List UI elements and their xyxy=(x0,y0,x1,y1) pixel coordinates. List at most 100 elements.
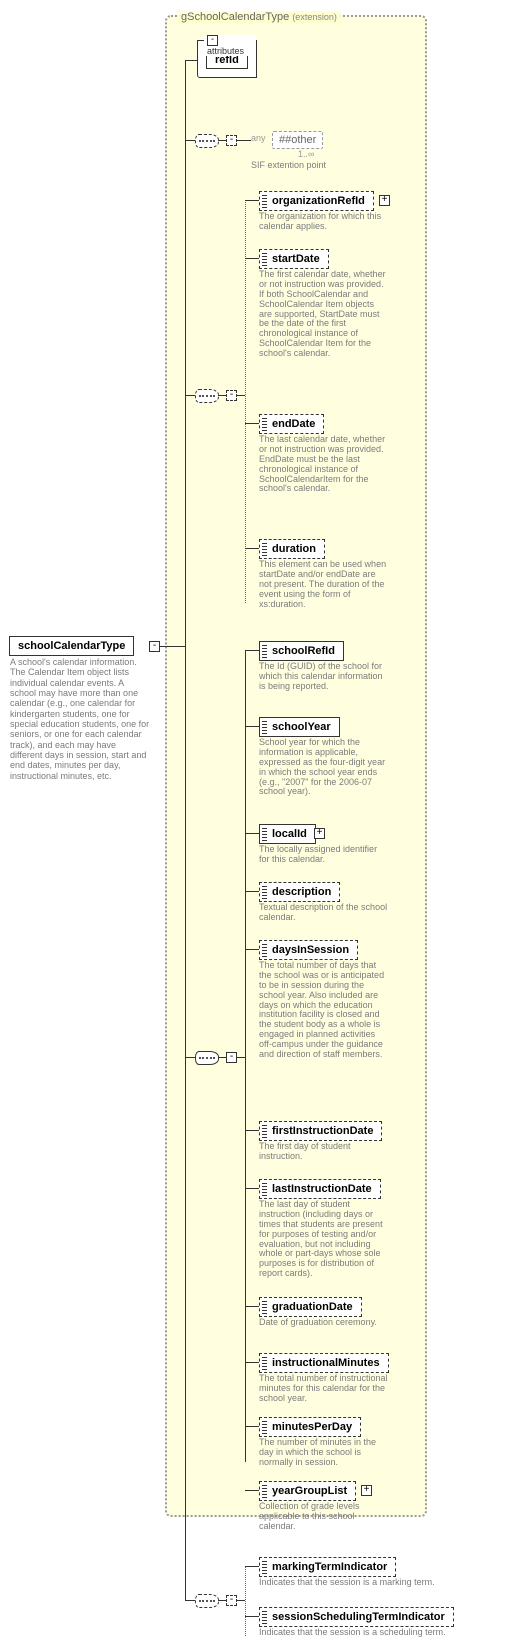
schema-diagram: schoolCalendarType A school's calendar i… xyxy=(0,0,523,1651)
elem-desc: Date of graduation ceremony. xyxy=(259,1318,389,1328)
elem-startDate[interactable]: startDate xyxy=(259,249,329,269)
elem-graduationDate[interactable]: graduationDate xyxy=(259,1297,362,1317)
elem-label: instructionalMinutes xyxy=(272,1357,380,1369)
stripes-icon xyxy=(262,1420,267,1434)
connector xyxy=(218,395,226,396)
connector xyxy=(185,1600,195,1601)
elem-daysInSession[interactable]: daysInSession xyxy=(259,940,358,960)
elem-instructionalMinutes[interactable]: instructionalMinutes xyxy=(259,1353,389,1373)
elem-label: daysInSession xyxy=(272,944,349,956)
connector xyxy=(245,650,259,651)
elem-desc: This element can be used when startDate … xyxy=(259,560,389,609)
sequence-compositor-icon xyxy=(195,389,219,403)
connector xyxy=(245,1616,259,1617)
connector xyxy=(185,60,197,61)
elem-markingTermIndicator[interactable]: markingTermIndicator xyxy=(259,1557,396,1577)
connector xyxy=(185,395,195,396)
connector xyxy=(245,1130,259,1131)
expand-icon[interactable] xyxy=(361,1485,372,1496)
expand-icon[interactable] xyxy=(314,828,325,839)
elem-localId[interactable]: localId xyxy=(259,824,316,844)
connector xyxy=(237,140,251,141)
connector xyxy=(245,1426,259,1427)
connector xyxy=(245,833,259,834)
stripes-icon xyxy=(262,644,267,658)
connector xyxy=(245,200,259,201)
elem-label: startDate xyxy=(272,253,320,265)
elem-desc: Textual description of the school calend… xyxy=(259,903,389,923)
elem-label: graduationDate xyxy=(272,1301,353,1313)
connector xyxy=(245,200,246,603)
elem-desc: Collection of grade levels applicable to… xyxy=(259,1502,379,1532)
collapse-icon[interactable] xyxy=(226,390,237,401)
elem-desc: Indicates that the session is a scheduli… xyxy=(259,1628,501,1638)
stripes-icon xyxy=(262,1484,267,1498)
elem-sessionSchedulingTermIndicator[interactable]: sessionSchedulingTermIndicator xyxy=(259,1607,454,1627)
elem-label: localId xyxy=(272,828,307,840)
root-type-node[interactable]: schoolCalendarType xyxy=(9,636,134,656)
extension-title: gSchoolCalendarType (extension) xyxy=(177,11,341,23)
attributes-box: -attributes refId xyxy=(197,40,257,78)
collapse-icon[interactable] xyxy=(226,135,237,146)
stripes-icon xyxy=(262,542,267,556)
elem-schoolYear[interactable]: schoolYear xyxy=(259,717,340,737)
elem-desc: The organization for which this calendar… xyxy=(259,212,389,232)
expand-icon[interactable] xyxy=(379,195,390,206)
elem-desc: The total number of days that the school… xyxy=(259,961,389,1060)
connector xyxy=(245,423,259,424)
elem-desc: The number of minutes in the day in whic… xyxy=(259,1438,389,1468)
elem-label: firstInstructionDate xyxy=(272,1125,373,1137)
elem-lastInstructionDate[interactable]: lastInstructionDate xyxy=(259,1179,381,1199)
elem-desc: The last day of student instruction (inc… xyxy=(259,1200,389,1279)
connector xyxy=(245,548,259,549)
stripes-icon xyxy=(262,417,267,431)
elem-label: duration xyxy=(272,543,316,555)
connector xyxy=(185,140,195,141)
elem-label: schoolYear xyxy=(272,721,331,733)
collapse-icon[interactable]: - xyxy=(207,35,218,46)
connector xyxy=(245,258,259,259)
collapse-icon[interactable] xyxy=(226,1595,237,1606)
connector xyxy=(245,949,259,950)
expand-toggle-icon[interactable] xyxy=(149,641,160,652)
any-note: SIF extention point xyxy=(251,161,381,171)
stripes-icon xyxy=(262,1182,267,1196)
stripes-icon xyxy=(262,1560,267,1574)
root-description: A school's calendar information. The Cal… xyxy=(10,657,150,781)
elem-firstInstructionDate[interactable]: firstInstructionDate xyxy=(259,1121,382,1141)
connector xyxy=(185,60,186,1600)
connector xyxy=(160,646,185,647)
connector xyxy=(218,1600,226,1601)
elem-yearGroupList[interactable]: yearGroupList xyxy=(259,1481,356,1501)
extension-base: gSchoolCalendarType xyxy=(181,11,289,23)
stripes-icon xyxy=(262,943,267,957)
connector xyxy=(237,1600,245,1601)
elem-endDate[interactable]: endDate xyxy=(259,414,324,434)
sequence-compositor-icon xyxy=(195,1051,219,1065)
stripes-icon xyxy=(262,252,267,266)
elem-desc: The first calendar date, whether or not … xyxy=(259,270,389,359)
elem-label: description xyxy=(272,886,331,898)
elem-label: minutesPerDay xyxy=(272,1421,352,1433)
stripes-icon xyxy=(262,885,267,899)
elem-label: markingTermIndicator xyxy=(272,1561,387,1573)
elem-label: schoolRefId xyxy=(272,645,335,657)
connector xyxy=(245,1188,259,1189)
attributes-title: -attributes xyxy=(204,35,256,56)
stripes-icon xyxy=(262,194,267,208)
elem-label: yearGroupList xyxy=(272,1485,347,1497)
connector xyxy=(245,1362,259,1363)
connector xyxy=(218,1057,226,1058)
stripes-icon xyxy=(262,1124,267,1138)
stripes-icon xyxy=(262,720,267,734)
elem-desc: School year for which the information is… xyxy=(259,738,389,797)
any-wildcard-text: ##other xyxy=(279,134,316,146)
elem-organizationRefId[interactable]: organizationRefId xyxy=(259,191,374,211)
collapse-icon[interactable] xyxy=(226,1052,237,1063)
elem-duration[interactable]: duration xyxy=(259,539,325,559)
elem-schoolRefId[interactable]: schoolRefId xyxy=(259,641,344,661)
elem-minutesPerDay[interactable]: minutesPerDay xyxy=(259,1417,361,1437)
connector xyxy=(218,140,226,141)
elem-label: sessionSchedulingTermIndicator xyxy=(272,1611,445,1623)
elem-description[interactable]: description xyxy=(259,882,340,902)
